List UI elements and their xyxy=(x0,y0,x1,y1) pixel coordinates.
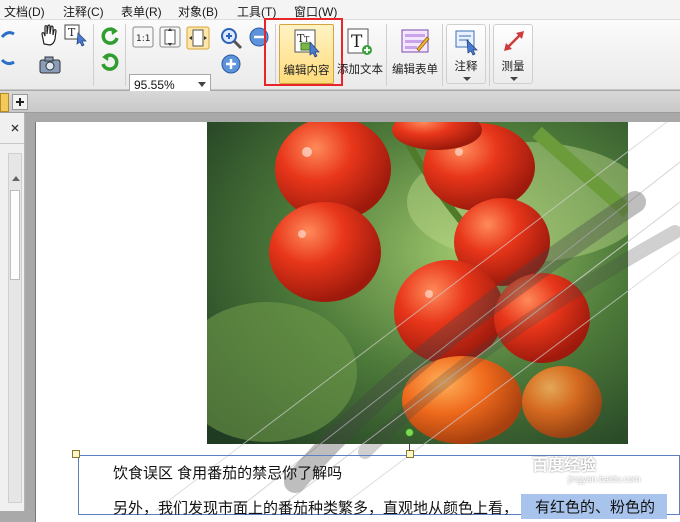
rotate-clockwise-icon[interactable] xyxy=(99,51,121,73)
svg-text:1:1: 1:1 xyxy=(136,34,150,44)
plus-icon xyxy=(16,98,24,106)
rotate-handle[interactable] xyxy=(405,428,414,437)
hand-tool-icon[interactable] xyxy=(38,24,60,46)
add-text-label: 添加文本 xyxy=(337,64,383,76)
undo-icon[interactable] xyxy=(0,28,16,44)
chevron-down-icon xyxy=(198,82,206,87)
zoom-value: 95.55% xyxy=(134,78,175,92)
redo-icon[interactable] xyxy=(0,54,16,70)
annotate-dropdown-icon[interactable] xyxy=(463,77,471,81)
menu-bar: 文档(D) 注释(C) 表单(R) 对象(B) 工具(T) 窗口(W) xyxy=(0,0,680,20)
menu-form[interactable]: 表单(R) xyxy=(121,3,162,20)
measure-icon xyxy=(504,31,524,51)
annotate-button[interactable]: 注释 xyxy=(446,24,486,84)
measure-label: 测量 xyxy=(501,61,525,73)
selected-text[interactable]: 有红色的、粉色的 xyxy=(521,494,668,519)
scroll-thumb[interactable] xyxy=(10,190,20,280)
highlight-box xyxy=(264,18,343,86)
document-heading: 饮食误区 食用番茄的禁忌你了解吗 xyxy=(113,465,343,482)
measure-dropdown-icon[interactable] xyxy=(510,77,518,81)
edit-form-icon xyxy=(401,29,430,53)
add-text-icon: T xyxy=(347,28,372,55)
side-scrollbar[interactable] xyxy=(8,153,22,503)
snapshot-icon[interactable] xyxy=(38,55,62,75)
svg-text:T: T xyxy=(68,26,76,39)
fit-width-icon[interactable] xyxy=(186,26,210,50)
select-text-icon[interactable]: T xyxy=(64,23,88,47)
watermark-text: 百度经验 xyxy=(532,457,597,474)
actual-size-icon[interactable]: 1:1 xyxy=(132,26,154,48)
document-tab[interactable] xyxy=(0,93,9,112)
toolbar: T 1:1 95.55% TT 编辑内容 T 添加文本 编辑表单 注释 测量 xyxy=(0,18,680,95)
resize-handle-top-left[interactable] xyxy=(72,450,80,458)
document-tab-strip xyxy=(0,91,680,113)
edit-form-label: 编辑表单 xyxy=(392,64,438,76)
document-line-2: 另外，我们发现市面上的番茄种类繁多，直观地从颜色上看， xyxy=(113,500,519,517)
edit-form-button[interactable]: 编辑表单 xyxy=(389,24,441,84)
menu-document[interactable]: 文档(D) xyxy=(4,3,45,20)
add-text-button[interactable]: T 添加文本 xyxy=(337,24,383,84)
side-panel xyxy=(0,113,30,511)
watermark-url: jingyan.baidu.com xyxy=(568,474,641,484)
close-icon[interactable] xyxy=(10,123,20,133)
resize-handle-top-center[interactable] xyxy=(406,450,414,458)
new-tab-button[interactable] xyxy=(12,94,28,110)
menu-object[interactable]: 对象(B) xyxy=(178,3,218,20)
rotate-handle-stem xyxy=(409,437,410,451)
svg-text:T: T xyxy=(351,32,363,52)
zoom-in-icon[interactable] xyxy=(220,53,242,75)
annotate-icon xyxy=(455,30,478,56)
annotate-label: 注释 xyxy=(454,61,478,73)
scroll-up-icon[interactable] xyxy=(11,174,21,182)
fit-page-icon[interactable] xyxy=(159,26,181,48)
measure-button[interactable]: 测量 xyxy=(493,24,533,84)
rotate-counterclockwise-icon[interactable] xyxy=(99,25,121,47)
menu-comment[interactable]: 注释(C) xyxy=(63,3,104,20)
zoom-in-glass-icon[interactable] xyxy=(219,26,243,50)
